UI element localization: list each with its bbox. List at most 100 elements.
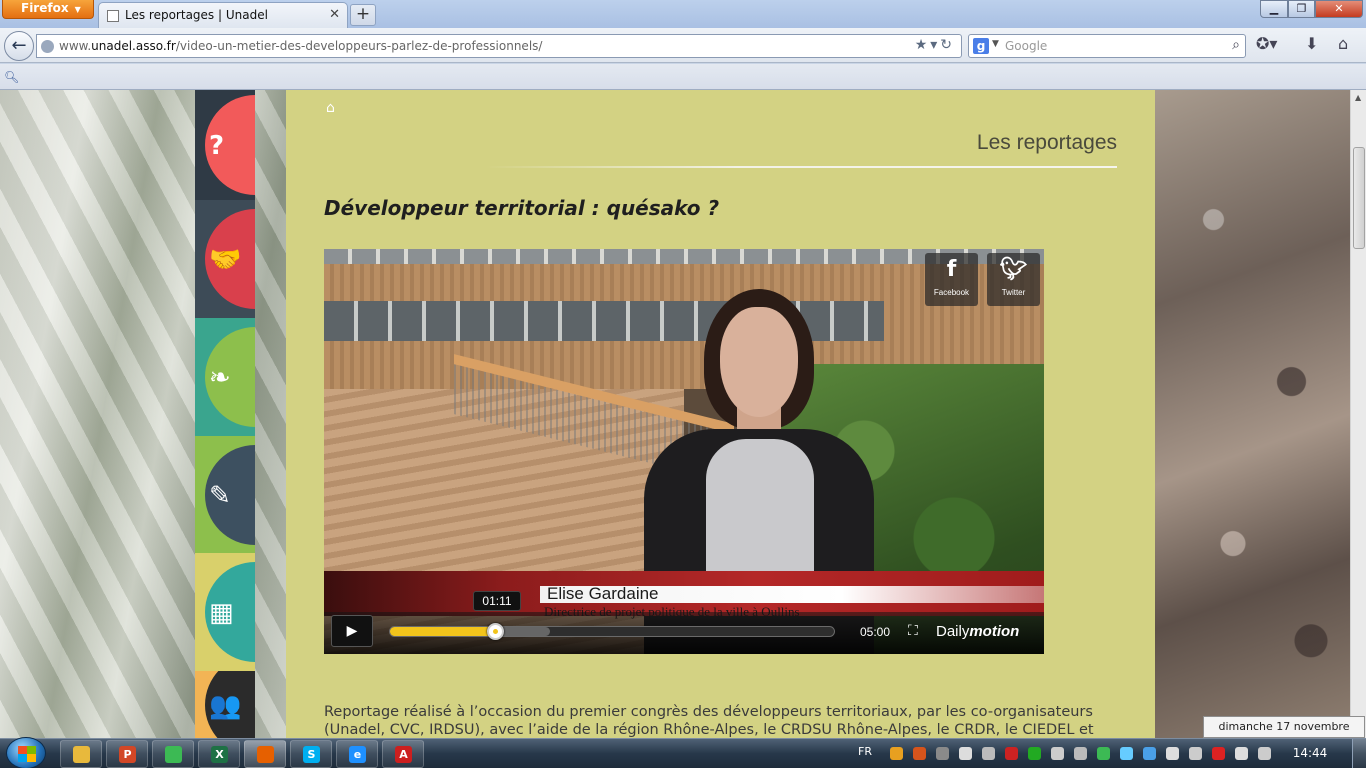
close-tab-icon[interactable]: ✕ [329, 7, 340, 22]
search-icon[interactable]: ⌕ [1232, 37, 1240, 53]
scroll-up-icon[interactable]: ▲ [1355, 93, 1361, 102]
tab-les-reportages[interactable]: Les reportages | Unadel ✕ [98, 2, 348, 28]
dailymotion-logo[interactable]: Dailymotion [936, 623, 1019, 640]
share-twitter-button[interactable]: 🐦︎ Twitter [987, 253, 1040, 306]
tray-icon[interactable] [1005, 747, 1018, 760]
tray-icon[interactable] [1235, 747, 1248, 760]
taskbar-excel-button[interactable]: X [198, 740, 240, 768]
page-favicon-icon [107, 10, 119, 22]
search-bar[interactable]: g ▼ Google ⌕ [968, 34, 1246, 58]
tray-icon[interactable] [959, 747, 972, 760]
tray-icon[interactable] [1212, 747, 1225, 760]
sidebar-item-question[interactable]: ? [195, 90, 255, 200]
taskbar-acrobat-button[interactable]: A [382, 740, 424, 768]
taskbar-skype-button[interactable]: S [290, 740, 332, 768]
taskbar-chrome-button[interactable] [152, 740, 194, 768]
tray-icon[interactable] [1189, 747, 1202, 760]
speaker-name: Elise Gardaine [547, 584, 659, 603]
system-clock[interactable]: 14:44 [1290, 746, 1330, 760]
sidebar-item-calendar[interactable]: ▦ [195, 553, 255, 671]
sidebar-item-handshake[interactable]: 🤝 [195, 200, 255, 318]
twitter-icon: 🐦︎ [999, 257, 1028, 282]
progress-handle[interactable] [487, 623, 505, 640]
chevron-down-icon[interactable]: ▼ [992, 39, 999, 49]
main-content: ⌂ Les reportages Développeur territorial… [286, 90, 1155, 738]
taskbar-firefox-button[interactable] [244, 740, 286, 768]
tray-icon[interactable] [1097, 747, 1110, 760]
article-body: Reportage réalisé à l’occasion du premie… [324, 704, 1094, 738]
share-facebook-button[interactable]: f Facebook [925, 253, 978, 306]
tray-icon[interactable] [982, 747, 995, 760]
tray-icon[interactable] [1051, 747, 1064, 760]
play-icon: ▶ [346, 623, 358, 639]
powerpoint-icon: P [119, 746, 136, 763]
tray-icon[interactable] [913, 747, 926, 760]
fullscreen-icon[interactable]: ⛶ [908, 623, 918, 639]
address-bar[interactable]: www.unadel.asso.fr/video-un-metier-des-d… [36, 34, 962, 58]
breadcrumb-home-icon[interactable]: ⌂ [326, 100, 335, 116]
windows-logo-icon [18, 746, 36, 762]
play-button[interactable]: ▶ [331, 615, 373, 647]
section-divider [486, 166, 1117, 168]
show-desktop-button[interactable] [1352, 739, 1366, 768]
question-icon: ? [209, 131, 225, 161]
start-button[interactable] [6, 737, 46, 768]
site-identity-icon[interactable] [41, 40, 54, 53]
progress-bar[interactable] [389, 623, 835, 640]
documents-icon: ✎ [209, 480, 231, 511]
taskbar-powerpoint-button[interactable]: P [106, 740, 148, 768]
date-tooltip: dimanche 17 novembre 2013 [1203, 716, 1365, 738]
facebook-icon: f [946, 257, 957, 282]
tray-icon[interactable] [1074, 747, 1087, 760]
close-window-button[interactable]: ✕ [1315, 0, 1363, 18]
background-photo-right [1155, 90, 1350, 738]
google-engine-icon[interactable]: g [973, 38, 989, 54]
minimize-button[interactable]: ▁ [1260, 0, 1288, 18]
tray-icon[interactable] [1258, 747, 1271, 760]
tray-icon[interactable] [936, 747, 949, 760]
handshake-icon: 🤝 [209, 245, 242, 275]
sidebar-nav: ? 🤝 ❧ ✎ ▦ 👥 [195, 90, 255, 738]
scrollbar-thumb[interactable] [1353, 147, 1365, 249]
share-twitter-label: Twitter [1001, 288, 1026, 297]
video-controls: ▶ 01:11 05:00 ⛶ Dailymotion [324, 591, 1044, 654]
new-tab-button[interactable]: + [350, 4, 376, 26]
sidebar-item-leaf[interactable]: ❧ [195, 318, 255, 436]
language-indicator[interactable]: FR [858, 745, 872, 758]
acrobat-icon: A [395, 746, 412, 763]
taskbar-internet-explorer-button[interactable]: e [336, 740, 378, 768]
tray-icon[interactable] [1028, 747, 1041, 760]
bookmark-star-icon[interactable]: ★▾↻ [915, 37, 955, 53]
share-facebook-label: Facebook [933, 288, 970, 297]
article-title: Développeur territorial : quésako ? [324, 196, 720, 220]
internet-explorer-icon: e [349, 746, 366, 763]
back-button[interactable]: ← [4, 31, 34, 61]
url-text: www.unadel.asso.fr/video-un-metier-des-d… [59, 39, 543, 53]
chrome-icon [165, 746, 182, 763]
download-icon[interactable]: ⬇ [1305, 34, 1318, 53]
tray-icon[interactable] [1166, 747, 1179, 760]
tray-icon[interactable] [890, 747, 903, 760]
skype-icon: S [303, 746, 320, 763]
taskbar: P X Se A FR 14:44 [0, 737, 1366, 768]
video-lower-third: Elise Gardaine Directrice de projet poli… [324, 571, 1044, 619]
navigation-bar: ← www.unadel.asso.fr/video-un-metier-des… [0, 28, 1366, 63]
tray-icon[interactable] [1143, 747, 1156, 760]
sidebar-item-documents[interactable]: ✎ [195, 436, 255, 553]
progress-fill [390, 627, 496, 636]
video-duration: 05:00 [860, 625, 891, 639]
search-input[interactable]: Google [1005, 39, 1047, 53]
sidebar-item-people[interactable]: 👥 [195, 671, 255, 738]
chevron-down-icon: ▼ [74, 5, 81, 14]
toolbar-search-icon[interactable]: 🔍︎ [4, 70, 19, 84]
people-icon: 👥 [209, 690, 242, 721]
firefox-menu-button[interactable]: Firefox ▼ [2, 0, 94, 19]
current-time-tooltip: 01:11 [473, 591, 521, 611]
home-icon[interactable]: ⌂ [1338, 34, 1348, 53]
restore-button[interactable]: ❐ [1288, 0, 1315, 18]
tray-icon[interactable] [1120, 747, 1133, 760]
taskbar-explorer-button[interactable] [60, 740, 102, 768]
video-player[interactable]: f Facebook 🐦︎ Twitter Elise Gardaine Dir… [324, 249, 1044, 654]
bookmarks-menu-icon[interactable]: ✪▾ [1256, 34, 1277, 53]
page-scrollbar[interactable]: ▲ ▼ [1350, 90, 1366, 738]
